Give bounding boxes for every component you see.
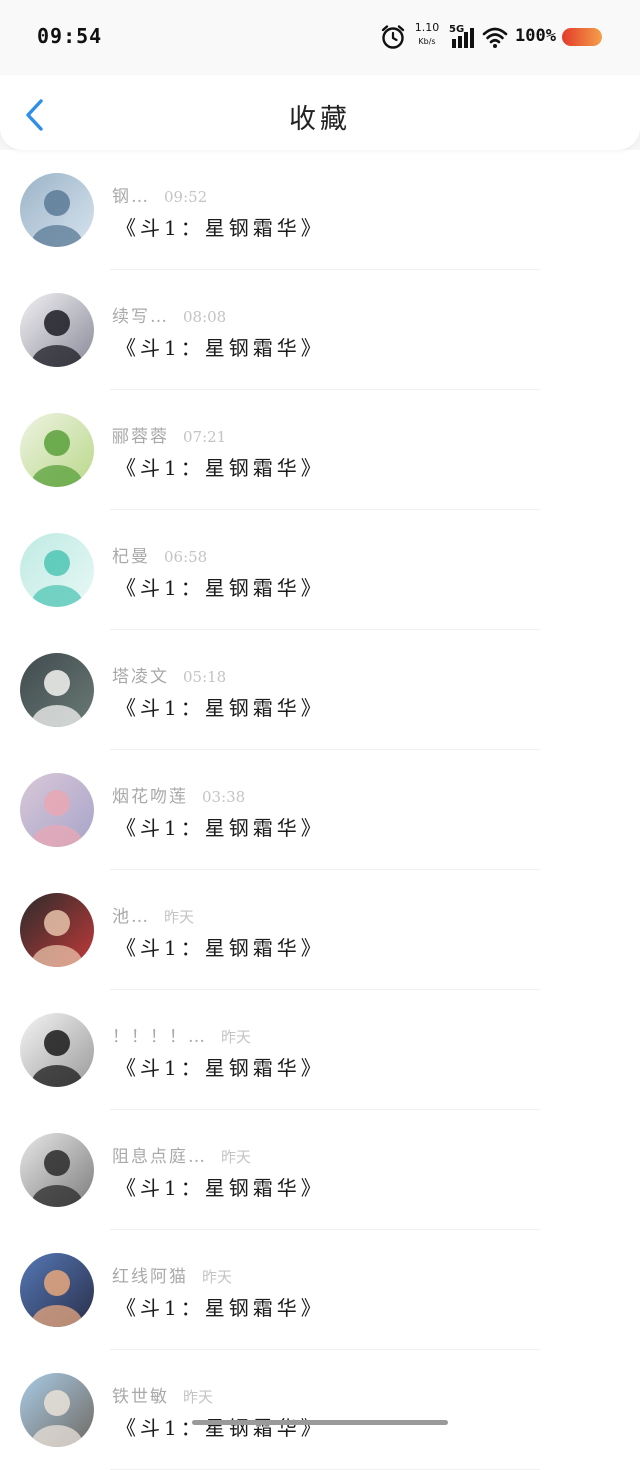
timestamp: 09:52 — [164, 188, 208, 206]
favorite-message: 《斗1：星钢霜华》 — [116, 576, 325, 600]
contact-name: 烟花吻莲 — [112, 787, 188, 807]
favorite-message: 《斗1：星钢霜华》 — [116, 216, 325, 240]
list-item[interactable]: 烟花吻莲 03:38 《斗1：星钢霜华》 — [0, 750, 640, 870]
list-item[interactable]: 池… 昨天《斗1：星钢霜华》 — [0, 870, 640, 990]
favorite-message: 《斗1：星钢霜华》 — [116, 1416, 325, 1440]
avatar[interactable] — [20, 773, 94, 847]
contact-name: 郦蓉蓉 — [112, 427, 169, 447]
avatar[interactable] — [20, 293, 94, 367]
favorite-message: 《斗1：星钢霜华》 — [116, 1296, 325, 1320]
avatar[interactable] — [20, 653, 94, 727]
contact-name: ！！！！… — [112, 1027, 207, 1047]
contact-name: 钢… — [112, 187, 150, 207]
timestamp: 昨天 — [221, 1028, 252, 1046]
avatar[interactable] — [20, 893, 94, 967]
network-speed: 1.10 Kb/s — [414, 22, 440, 47]
page-title: 收藏 — [289, 104, 351, 135]
timestamp: 07:21 — [183, 428, 227, 446]
list-item[interactable]: 塔凌文 05:18 《斗1：星钢霜华》 — [0, 630, 640, 750]
favorite-message: 《斗1：星钢霜华》 — [116, 696, 325, 720]
timestamp: 06:58 — [164, 548, 208, 566]
contact-name: 阻息点庭… — [112, 1147, 207, 1167]
avatar[interactable] — [20, 1013, 94, 1087]
list-item[interactable]: 续写… 08:08 《斗1：星钢霜华》 — [0, 270, 640, 390]
avatar[interactable] — [20, 1253, 94, 1327]
list-item[interactable]: 红线阿猫 昨天《斗1：星钢霜华》 — [0, 1230, 640, 1350]
battery-percent: 100% — [515, 26, 556, 46]
status-time: 09:54 — [37, 24, 103, 48]
contact-name: 续写… — [112, 307, 169, 327]
timestamp: 昨天 — [164, 908, 195, 926]
status-bar: 09:54 1.10 Kb/s 5G 100% — [0, 0, 640, 75]
list-item[interactable]: 郦蓉蓉 07:21 《斗1：星钢霜华》 — [0, 390, 640, 510]
favorites-list: 钢… 09:52 《斗1：星钢霜华》 续写… 08:08 《斗1：星钢霜华》 郦蓉蓉 07:2… — [0, 150, 640, 1470]
list-item[interactable]: 钢… 09:52 《斗1：星钢霜华》 — [0, 150, 640, 270]
cellular-signal-icon — [452, 28, 474, 48]
favorite-message: 《斗1：星钢霜华》 — [116, 1056, 325, 1080]
contact-name: 红线阿猫 — [112, 1267, 188, 1287]
battery-icon — [562, 28, 602, 46]
network-speed-value: 1.10 — [414, 21, 440, 34]
list-item[interactable]: 阻息点庭… 昨天《斗1：星钢霜华》 — [0, 1110, 640, 1230]
list-item[interactable]: 铁世敏 昨天《斗1：星钢霜华》 — [0, 1350, 640, 1470]
alarm-clock-icon — [381, 25, 405, 49]
avatar[interactable] — [20, 173, 94, 247]
avatar[interactable] — [20, 1373, 94, 1447]
timestamp: 昨天 — [202, 1268, 233, 1286]
timestamp: 昨天 — [221, 1148, 252, 1166]
page-header: 收藏 — [0, 75, 640, 150]
home-indicator[interactable] — [192, 1420, 448, 1425]
timestamp: 05:18 — [183, 668, 227, 686]
contact-name: 杞曼 — [112, 547, 150, 567]
favorite-message: 《斗1：星钢霜华》 — [116, 816, 325, 840]
favorite-message: 《斗1：星钢霜华》 — [116, 1176, 325, 1200]
list-item[interactable]: 杞曼 06:58 《斗1：星钢霜华》 — [0, 510, 640, 630]
list-item[interactable]: ！！！！… 昨天《斗1：星钢霜华》 — [0, 990, 640, 1110]
timestamp: 08:08 — [183, 308, 227, 326]
favorite-message: 《斗1：星钢霜华》 — [116, 336, 325, 360]
contact-name: 塔凌文 — [112, 667, 169, 687]
network-speed-unit: Kb/s — [418, 37, 436, 46]
contact-name: 铁世敏 — [112, 1387, 169, 1407]
timestamp: 03:38 — [202, 788, 246, 806]
avatar[interactable] — [20, 533, 94, 607]
avatar[interactable] — [20, 413, 94, 487]
avatar[interactable] — [20, 1133, 94, 1207]
contact-name: 池… — [112, 907, 150, 927]
favorite-message: 《斗1：星钢霜华》 — [116, 936, 325, 960]
wifi-icon — [482, 27, 508, 48]
timestamp: 昨天 — [183, 1388, 214, 1406]
favorite-message: 《斗1：星钢霜华》 — [116, 456, 325, 480]
